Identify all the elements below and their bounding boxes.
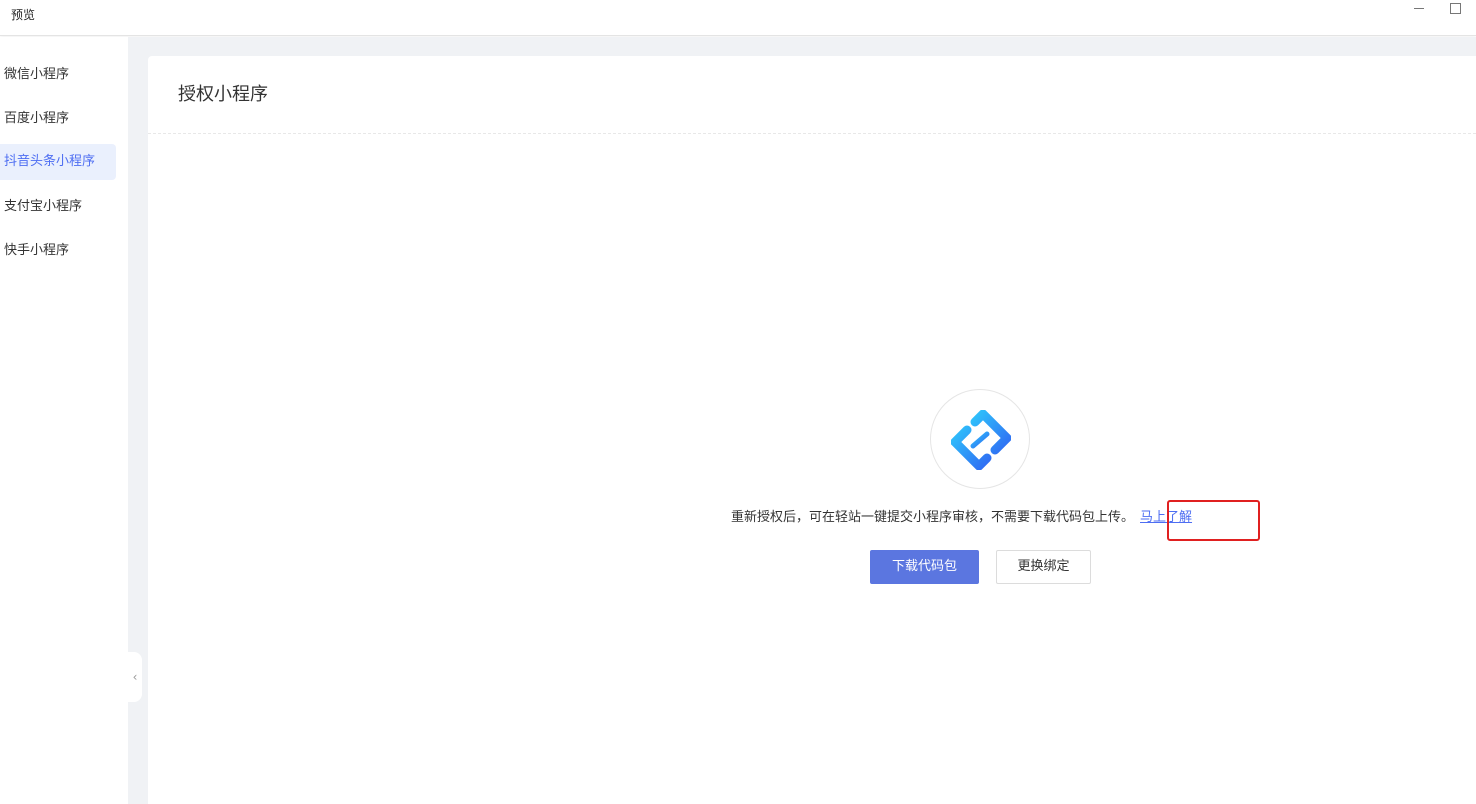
authorize-panel: 授权小程序 重新授权后，可在轻站一键提交小程序审核，不需要下载代码包上传。 马上了… (148, 56, 1476, 804)
change-binding-button[interactable]: 更换绑定 (996, 550, 1091, 584)
maximize-icon[interactable] (1447, 2, 1463, 16)
window-title: 预览 (11, 8, 36, 22)
description-text: 重新授权后，可在轻站一键提交小程序审核，不需要下载代码包上传。 (731, 510, 1135, 525)
minimize-icon[interactable] (1411, 2, 1427, 16)
sidebar-item-douyin-toutiao[interactable]: 抖音头条小程序 (0, 144, 116, 180)
sidebar-item-baidu[interactable]: 百度小程序 (0, 101, 116, 137)
download-code-package-button[interactable]: 下载代码包 (870, 550, 979, 584)
sidebar-item-alipay[interactable]: 支付宝小程序 (0, 189, 116, 225)
reauthorize-description: 重新授权后，可在轻站一键提交小程序审核，不需要下载代码包上传。 马上了解 (731, 506, 1192, 525)
sidebar-item-wechat[interactable]: 微信小程序 (0, 57, 116, 93)
link-logo-icon (930, 389, 1030, 489)
sidebar-item-kuaishou[interactable]: 快手小程序 (0, 233, 116, 269)
sidebar: 微信小程序 百度小程序 抖音头条小程序 支付宝小程序 快手小程序 (0, 37, 128, 804)
title-bar: 预览 (0, 0, 1476, 36)
page-title: 授权小程序 (148, 56, 1476, 134)
sidebar-collapse-icon[interactable]: ‹ (128, 652, 142, 702)
learn-more-link[interactable]: 马上了解 (1140, 510, 1192, 525)
